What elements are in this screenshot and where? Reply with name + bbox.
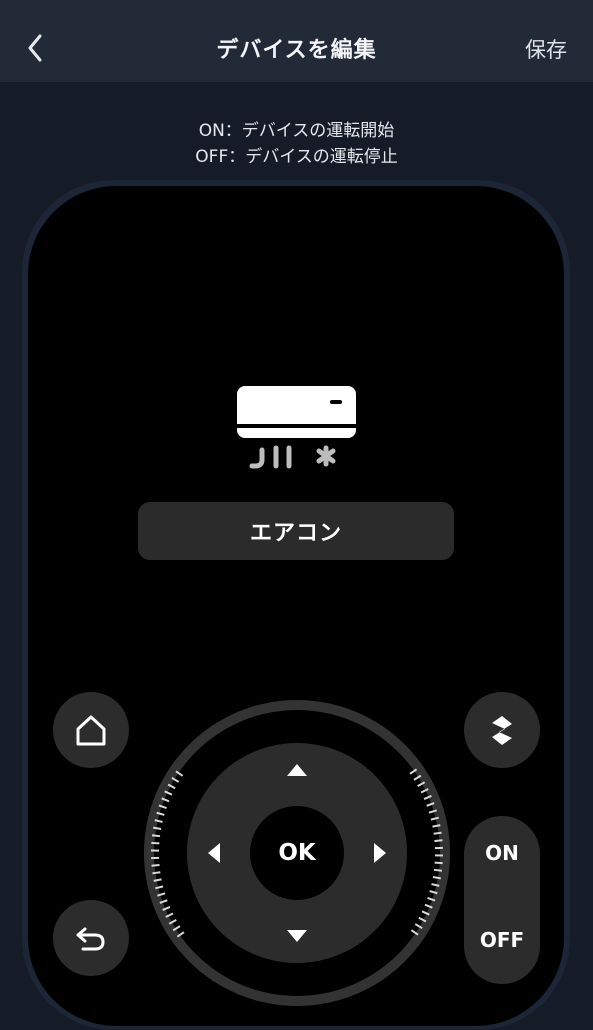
right-arrow-icon bbox=[374, 843, 386, 863]
ring-tick bbox=[152, 865, 160, 866]
air-conditioner-icon bbox=[234, 384, 360, 474]
down-arrow-icon bbox=[287, 930, 307, 942]
on-button[interactable]: ON bbox=[464, 841, 540, 865]
ok-button[interactable]: OK bbox=[250, 806, 344, 900]
save-button[interactable]: 保存 bbox=[525, 34, 567, 64]
ring-tick bbox=[434, 833, 442, 834]
left-arrow-icon bbox=[208, 843, 220, 863]
return-button[interactable] bbox=[53, 900, 129, 976]
off-hint-text: OFF：デバイスの運転停止 bbox=[0, 142, 593, 167]
mode-button[interactable] bbox=[464, 692, 540, 768]
return-arrow-icon bbox=[73, 920, 109, 956]
ring-tick bbox=[433, 877, 441, 878]
up-arrow-icon bbox=[287, 764, 307, 776]
home-button[interactable] bbox=[53, 692, 129, 768]
ring-tick bbox=[152, 835, 160, 836]
ring-tick bbox=[435, 863, 443, 864]
power-switch: ON OFF bbox=[464, 816, 540, 984]
page-title: デバイスを編集 bbox=[0, 32, 593, 64]
s-shape-icon bbox=[484, 712, 520, 748]
ring-tick bbox=[151, 843, 159, 844]
ring-tick bbox=[434, 840, 442, 841]
ring-tick bbox=[152, 872, 160, 873]
off-button[interactable]: OFF bbox=[464, 928, 540, 952]
left-arrow-button[interactable] bbox=[206, 841, 222, 865]
on-hint-text: ON：デバイスの運転開始 bbox=[0, 116, 593, 141]
right-arrow-button[interactable] bbox=[372, 841, 388, 865]
down-arrow-button[interactable] bbox=[285, 928, 309, 944]
ring-tick bbox=[153, 828, 161, 829]
up-arrow-button[interactable] bbox=[285, 762, 309, 778]
top-bar: デバイスを編集 保存 bbox=[0, 0, 593, 82]
ring-tick bbox=[434, 870, 442, 871]
device-name-field[interactable]: エアコン bbox=[138, 502, 454, 560]
home-icon bbox=[73, 712, 109, 748]
